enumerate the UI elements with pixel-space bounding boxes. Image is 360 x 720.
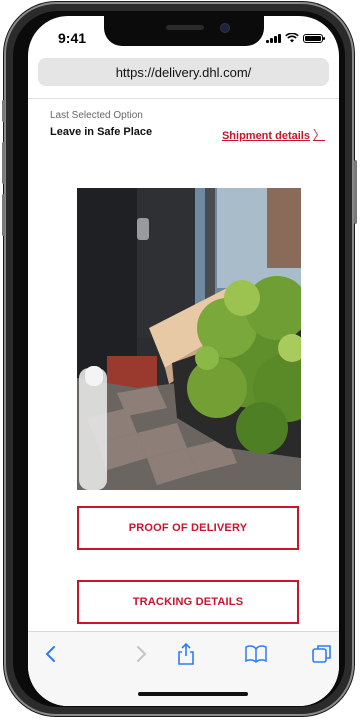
share-icon[interactable] bbox=[174, 642, 198, 666]
mute-switch bbox=[2, 100, 5, 122]
proof-of-delivery-photo bbox=[77, 188, 301, 490]
divider bbox=[28, 98, 339, 99]
chevron-right-icon: 〉 bbox=[312, 128, 325, 142]
proof-of-delivery-button[interactable]: PROOF OF DELIVERY bbox=[77, 506, 299, 550]
address-bar[interactable]: https://delivery.dhl.com/ bbox=[38, 58, 329, 86]
power-button bbox=[354, 160, 357, 224]
status-time: 9:41 bbox=[58, 30, 87, 46]
tracking-details-button[interactable]: TRACKING DETAILS bbox=[77, 580, 299, 624]
tabs-icon[interactable] bbox=[310, 642, 334, 666]
forward-icon[interactable] bbox=[130, 642, 154, 666]
status-bar: 9:41 bbox=[28, 30, 339, 50]
wifi-icon bbox=[285, 33, 299, 43]
screen: 9:41 https://delivery.dhl.com/ Last Sele… bbox=[28, 16, 339, 706]
home-indicator[interactable] bbox=[138, 692, 248, 696]
bookmarks-icon[interactable] bbox=[244, 642, 268, 666]
volume-down-button bbox=[2, 194, 5, 236]
last-selected-label: Last Selected Option bbox=[50, 110, 143, 121]
tracking-details-label: TRACKING DETAILS bbox=[132, 596, 244, 608]
back-icon[interactable] bbox=[38, 642, 62, 666]
battery-icon bbox=[303, 33, 325, 43]
status-icons bbox=[266, 33, 325, 43]
last-selected-value: Leave in Safe Place bbox=[50, 126, 153, 138]
volume-up-button bbox=[2, 142, 5, 184]
browser-toolbar bbox=[28, 631, 339, 706]
shipment-details-label: Shipment details bbox=[221, 130, 310, 142]
cellular-signal-icon bbox=[266, 33, 281, 43]
proof-of-delivery-label: PROOF OF DELIVERY bbox=[128, 522, 248, 534]
shipment-details-link[interactable]: Shipment details 〉 bbox=[222, 126, 325, 143]
url-text: https://delivery.dhl.com/ bbox=[115, 64, 252, 80]
